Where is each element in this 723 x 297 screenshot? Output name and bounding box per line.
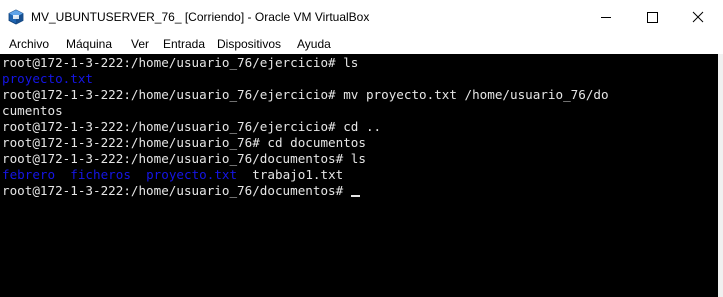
shell-command: ls [350, 151, 366, 166]
ls-directory-entry: proyecto.txt [2, 71, 93, 86]
menu-bar: Archivo Máquina Ver Entrada Dispositivos… [0, 34, 723, 54]
shell-command: cd documentos [267, 135, 366, 150]
menu-entrada[interactable]: Entrada [163, 37, 205, 51]
terminal-line: root@172-1-3-222:/home/usuario_76/docume… [2, 183, 360, 199]
shell-command: ls [343, 55, 359, 70]
terminal-line: root@172-1-3-222:/home/usuario_76/ejerci… [2, 119, 381, 135]
terminal-line: root@172-1-3-222:/home/usuario_76/docume… [2, 151, 366, 167]
title-bar[interactable]: MV_UBUNTUSERVER_76_ [Corriendo] - Oracle… [0, 0, 723, 34]
terminal-line: root@172-1-3-222:/home/usuario_76/ejerci… [2, 55, 358, 71]
menu-ayuda[interactable]: Ayuda [297, 37, 331, 51]
menu-dispositivos[interactable]: Dispositivos [217, 37, 281, 51]
shell-command: cd .. [343, 119, 382, 134]
ls-directory-entry: proyecto.txt [146, 167, 238, 182]
vm-display-terminal[interactable]: root@172-1-3-222:/home/usuario_76/ejerci… [0, 54, 718, 297]
minimize-icon[interactable] [583, 0, 629, 34]
shell-prompt: root@172-1-3-222:/home/usuario_76/ejerci… [2, 119, 344, 134]
shell-prompt: root@172-1-3-222:/home/usuario_76# [2, 135, 268, 150]
terminal-line: febrero ficheros proyecto.txt trabajo1.t… [2, 167, 343, 183]
menu-maquina[interactable]: Máquina [66, 37, 112, 51]
shell-command: mv proyecto.txt /home/usuario_76/do [343, 87, 609, 102]
window-right-border [718, 54, 723, 297]
maximize-icon[interactable] [629, 0, 675, 34]
close-icon[interactable] [675, 0, 721, 34]
shell-prompt: root@172-1-3-222:/home/usuario_76/ejerci… [2, 55, 344, 70]
ls-directory-entry: ficheros [70, 167, 131, 182]
menu-archivo[interactable]: Archivo [9, 37, 49, 51]
wrapped-command-text: cumentos [2, 103, 63, 118]
terminal-line: root@172-1-3-222:/home/usuario_76/ejerci… [2, 87, 609, 103]
shell-prompt: root@172-1-3-222:/home/usuario_76/docume… [2, 183, 351, 198]
terminal-line: cumentos [2, 103, 63, 119]
terminal-line: root@172-1-3-222:/home/usuario_76# cd do… [2, 135, 366, 151]
shell-prompt: root@172-1-3-222:/home/usuario_76/ejerci… [2, 87, 344, 102]
ls-directory-entry: febrero [2, 167, 56, 182]
text-cursor [350, 195, 360, 197]
shell-prompt: root@172-1-3-222:/home/usuario_76/docume… [2, 151, 351, 166]
virtualbox-icon [8, 9, 24, 25]
window-title: MV_UBUNTUSERVER_76_ [Corriendo] - Oracle… [31, 10, 370, 24]
virtualbox-window: MV_UBUNTUSERVER_76_ [Corriendo] - Oracle… [0, 0, 723, 297]
terminal-line: proyecto.txt [2, 71, 93, 87]
ls-file-entry: trabajo1.txt [252, 167, 344, 182]
menu-ver[interactable]: Ver [131, 37, 149, 51]
